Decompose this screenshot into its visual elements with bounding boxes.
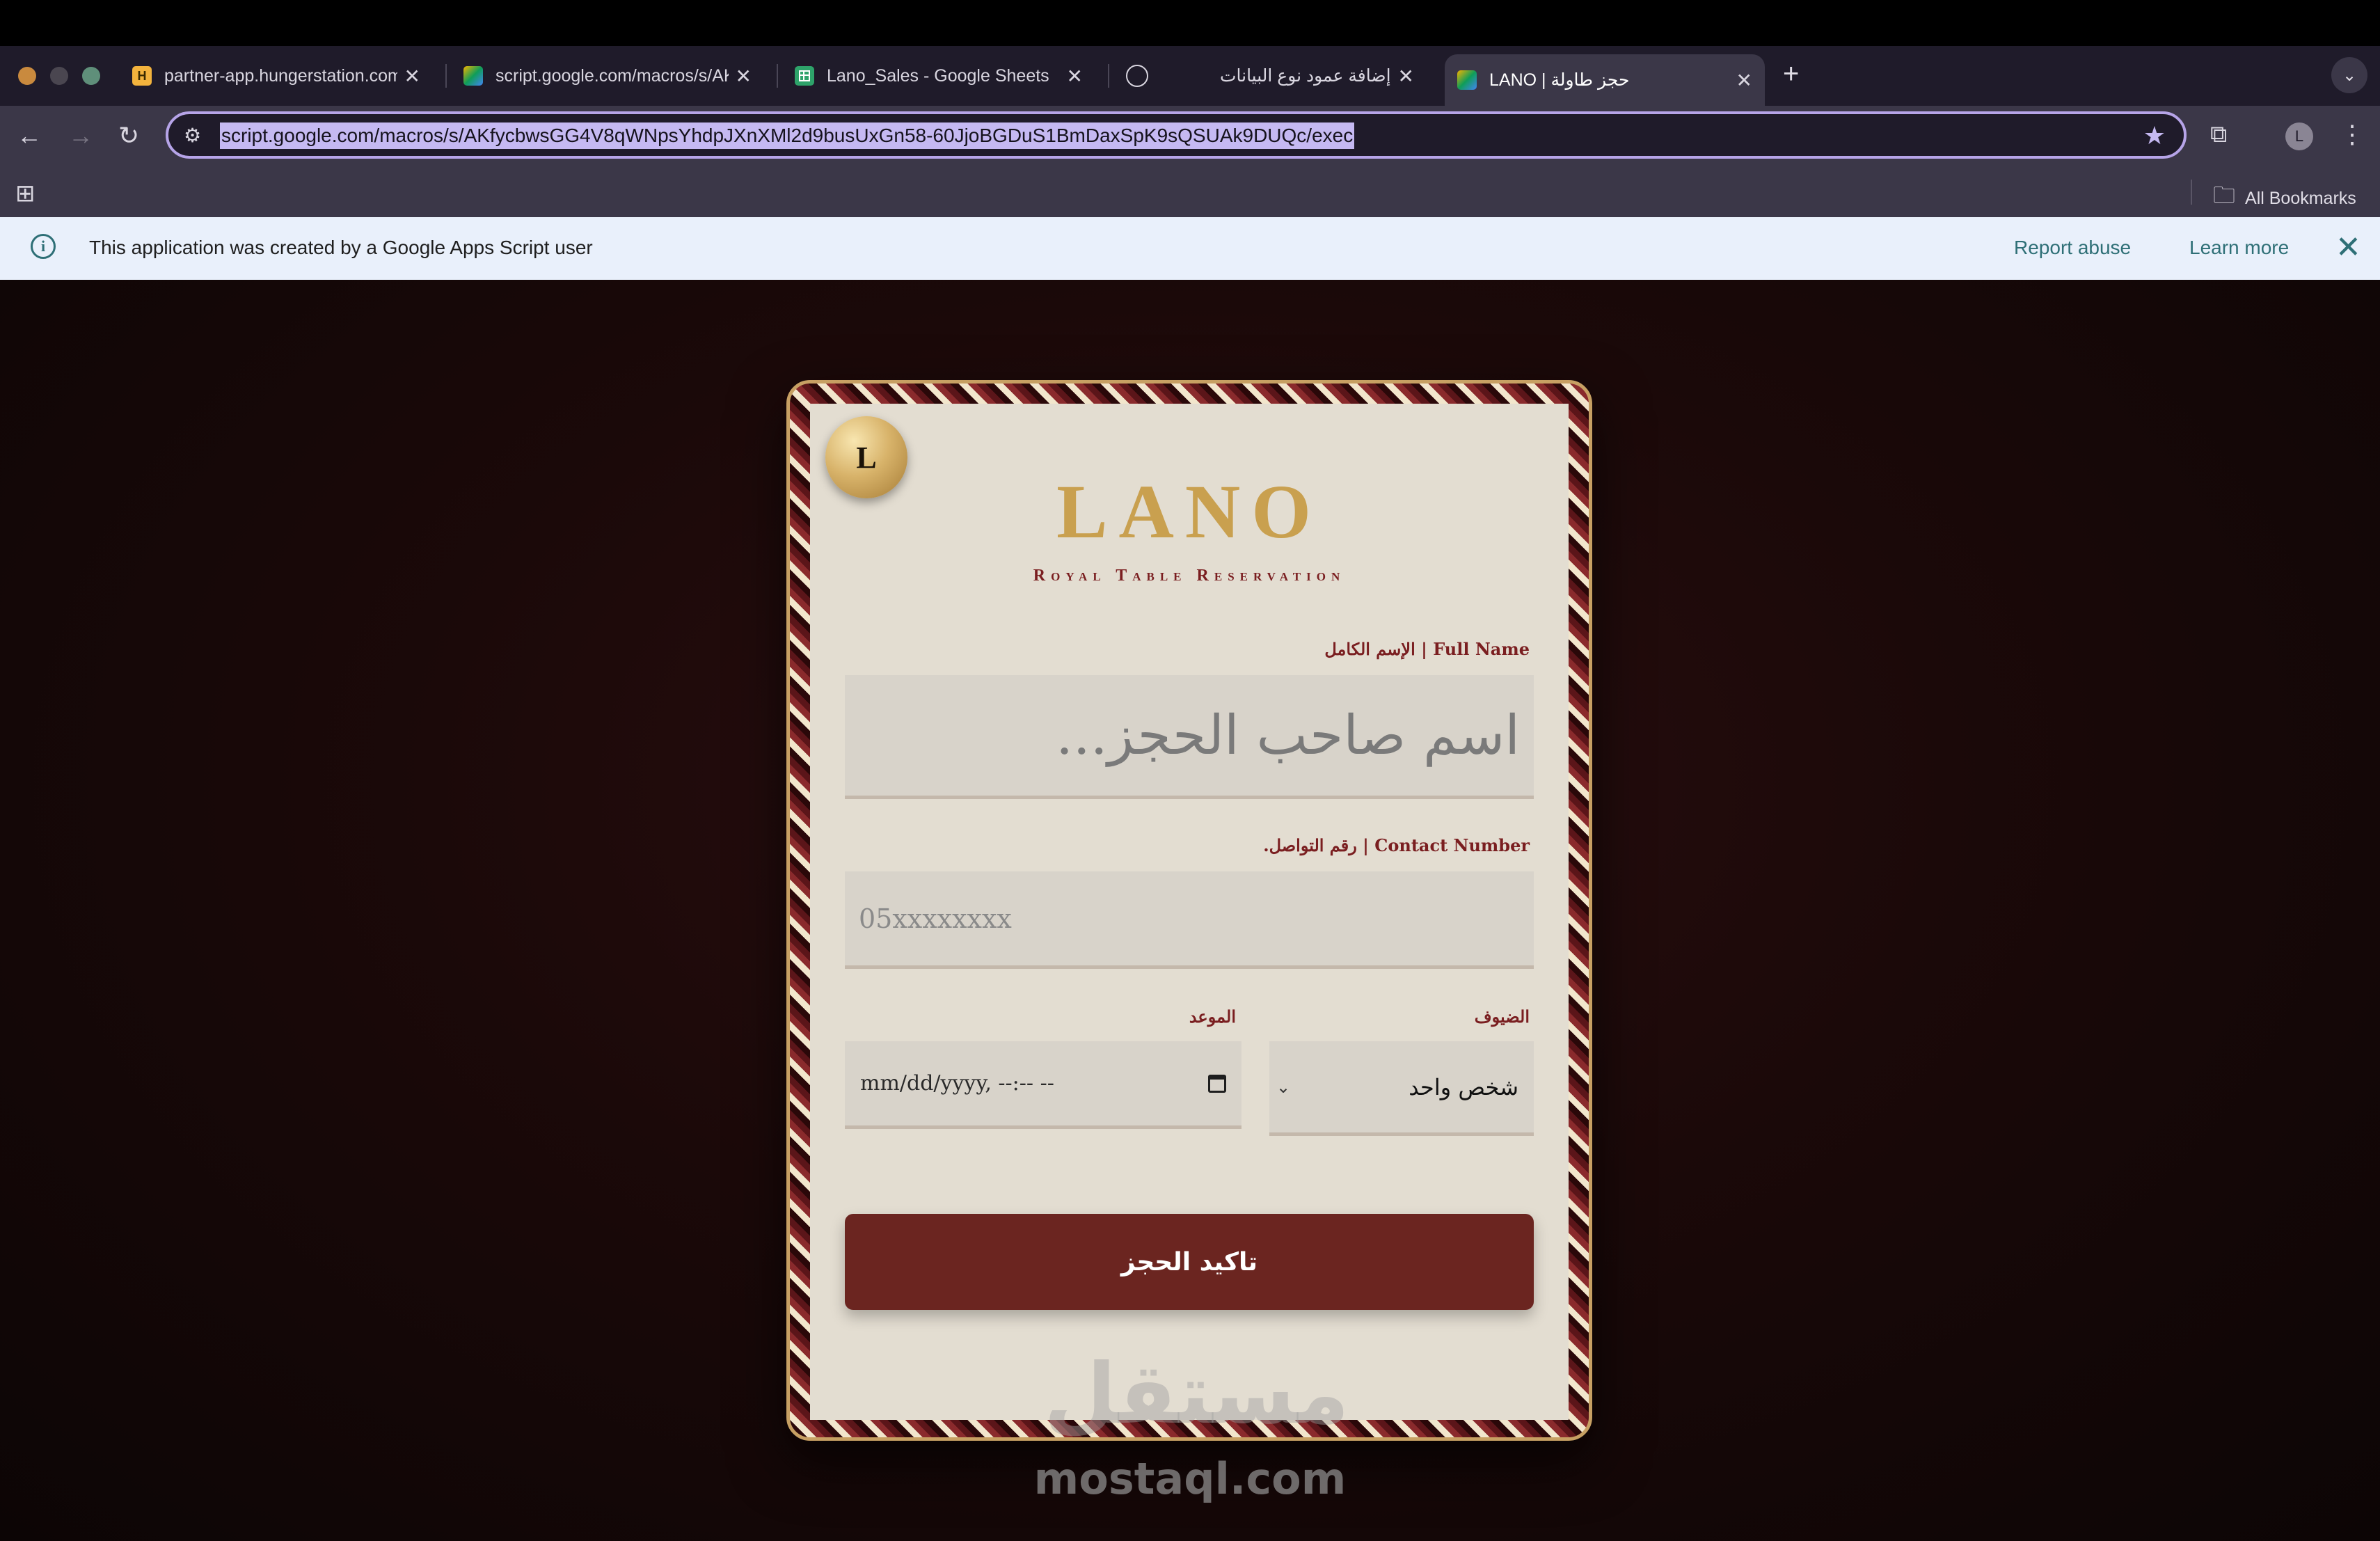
new-tab-button[interactable]: + [1783,58,1799,90]
forward-button[interactable]: → [68,121,93,150]
tab-separator [1108,64,1109,88]
learn-more-link[interactable]: Learn more [2189,237,2289,259]
full-name-field[interactable] [845,675,1534,799]
bookmarks-separator [2191,180,2192,205]
apps-script-favicon-icon [463,66,483,86]
url-text[interactable]: script.google.com/macros/s/AKfycbwsGG4V8… [220,123,1355,149]
tab-search-button[interactable]: ⌄ [2331,57,2367,93]
tab-title: Lano_Sales - Google Sheets [827,65,1049,86]
info-icon: i [31,234,56,259]
bookmark-star-icon[interactable]: ★ [2143,121,2166,150]
browser-tab-lano-active[interactable]: LANO | حجز طاولة ✕ [1445,54,1765,106]
watermark-arabic: مستقل [1044,1346,1349,1443]
date-label: الموعد [1189,1006,1236,1027]
arrow-left-icon: ← [17,121,42,150]
report-abuse-link[interactable]: Report abuse [2014,237,2131,259]
site-settings-icon[interactable]: ⚙ [184,124,201,147]
window-zoom-button[interactable] [82,67,100,85]
full-name-input[interactable] [845,675,1534,796]
apps-script-favicon-icon [1457,70,1477,90]
calendar-icon[interactable] [1208,1074,1226,1093]
extensions-button[interactable]: ⧉ [2210,121,2227,148]
browser-tab-google-sheets[interactable]: Lano_Sales - Google Sheets ✕ [782,54,1095,97]
tab-close-icon[interactable]: ✕ [736,65,752,88]
chatgpt-favicon-icon [1126,65,1148,87]
tab-separator [445,64,447,88]
contact-number-label: Contact Number | رقم التواصل. [1263,835,1530,855]
confirm-reservation-button[interactable]: تاكيد الحجز [845,1214,1534,1310]
brand-subtitle: Royal Table Reservation [1033,567,1346,585]
window-minimize-button[interactable] [50,67,68,85]
all-bookmarks-button[interactable]: 🗀 All Bookmarks [2213,180,2356,217]
browser-menu-button[interactable]: ⋮ [2340,120,2365,149]
tab-title: LANO | حجز طاولة [1489,70,1630,90]
browser-tab-chatgpt[interactable]: إضافة عمود نوع البيانات ✕ [1113,54,1427,97]
tab-close-icon[interactable]: ✕ [404,65,420,88]
contact-number-input[interactable] [845,871,1534,965]
chevron-down-icon: ⌄ [2342,65,2357,85]
tab-title: partner-app.hungerstation.com [164,65,397,86]
browser-tab-apps-script[interactable]: script.google.com/macros/s/AKfy ✕ [451,54,764,97]
arrow-right-icon: → [68,121,93,150]
watermark-latin: mostaql.com [1033,1453,1347,1504]
apps-script-info-bar: i This application was created by a Goog… [0,217,2380,280]
browser-tab-hungerstation[interactable]: H partner-app.hungerstation.com ✕ [120,54,433,97]
address-bar[interactable]: ⚙ script.google.com/macros/s/AKfycbwsGG4… [166,111,2187,159]
puzzle-icon: ⧉ [2210,121,2228,148]
info-message: This application was created by a Google… [89,237,593,258]
apps-grid-button[interactable]: ⊞ [15,180,35,207]
reload-button[interactable]: ↻ [118,121,139,150]
kebab-menu-icon: ⋮ [2340,120,2365,148]
tab-separator [777,64,778,88]
guests-label: الضيوف [1474,1006,1530,1027]
datetime-placeholder: mm/dd/yyyy, --:-- -- [860,1071,1054,1096]
bookmarks-bar [0,166,2380,217]
brand-title: LANO [1056,469,1322,554]
tab-title: إضافة عمود نوع البيانات [1219,66,1391,86]
grid-icon: ⊞ [15,180,35,207]
folder-icon: 🗀 [2213,182,2236,207]
tab-title: script.google.com/macros/s/AKfy [495,65,729,86]
hungerstation-favicon-icon: H [132,66,152,86]
guests-selected-value: شخص واحد [1409,1073,1518,1100]
contact-number-field[interactable] [845,871,1534,969]
back-button[interactable]: ← [17,121,42,150]
window-close-button[interactable] [18,67,36,85]
chevron-down-icon: ⌄ [1276,1077,1291,1097]
sheets-favicon-icon [795,66,814,86]
datetime-field[interactable]: mm/dd/yyyy, --:-- -- [845,1041,1241,1129]
tab-close-icon[interactable]: ✕ [1398,65,1414,88]
full-name-label: Full Name | الإسم الكامل [1324,639,1530,659]
profile-avatar[interactable]: L [2285,123,2313,150]
all-bookmarks-label: All Bookmarks [2245,188,2356,208]
close-icon[interactable]: ✕ [2335,230,2361,265]
tab-close-icon[interactable]: ✕ [1067,65,1083,88]
guests-select[interactable]: ⌄ شخص واحد [1269,1041,1534,1136]
reload-icon: ↻ [118,121,140,150]
tab-close-icon[interactable]: ✕ [1736,69,1752,92]
